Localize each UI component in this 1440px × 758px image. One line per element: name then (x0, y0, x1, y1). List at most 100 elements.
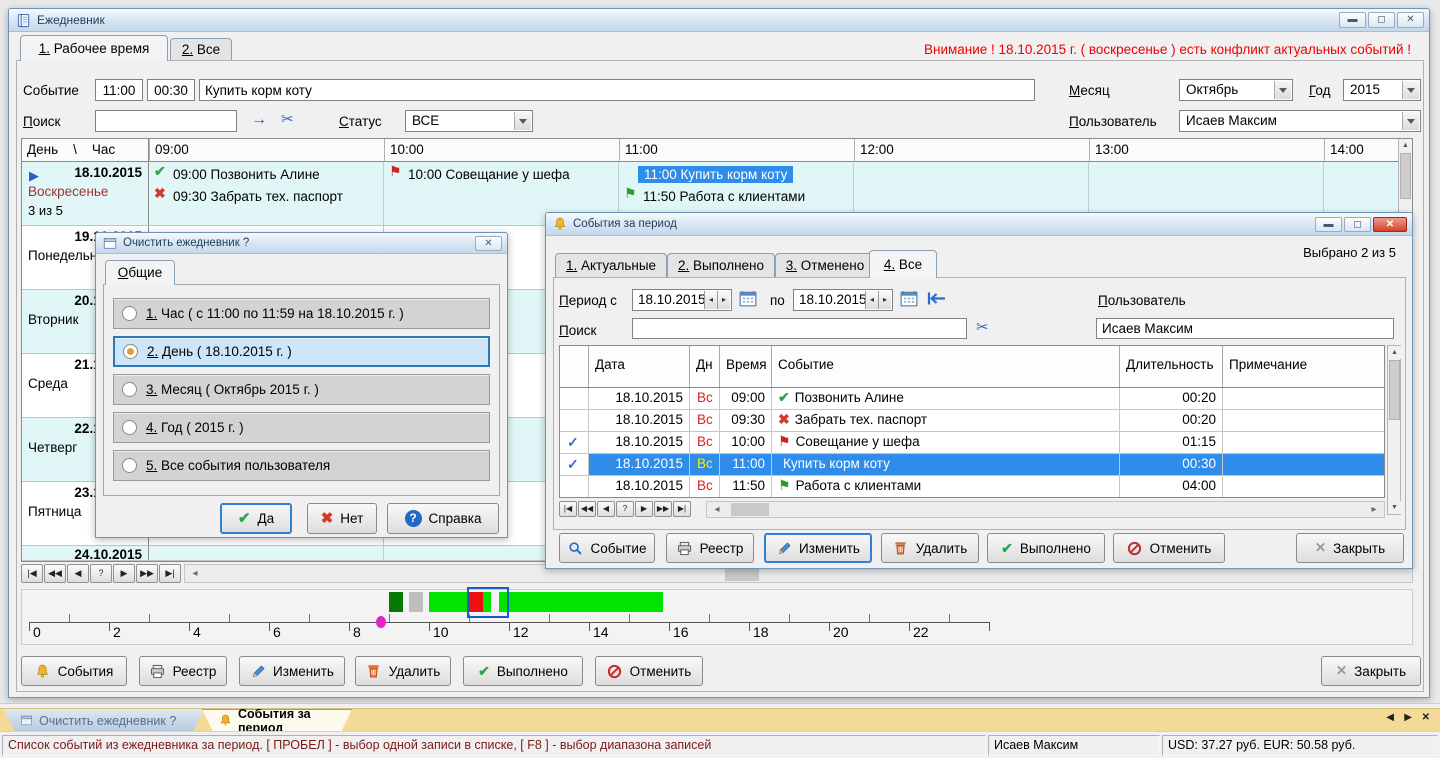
scroll-up-icon[interactable]: ▲ (1399, 139, 1412, 152)
nav-help-button[interactable]: ? (616, 501, 634, 517)
radio-option-month[interactable]: 3. Месяц ( Октябрь 2015 г. ) (113, 374, 490, 405)
registry-button[interactable]: Реестр (666, 533, 754, 563)
clear-search-scissors-icon[interactable]: ✂ (281, 110, 294, 128)
nav-prev-button[interactable]: ◀ (597, 501, 615, 517)
chevron-down-icon[interactable] (1274, 81, 1291, 99)
year-combo[interactable]: 2015 (1343, 79, 1421, 101)
events-titlebar[interactable]: События за период (546, 213, 1412, 236)
minimize-button[interactable]: ▬ (1339, 12, 1366, 28)
close-window-button[interactable]: ✕ Закрыть (1321, 656, 1421, 686)
scroll-left-icon[interactable]: ◂ (187, 566, 203, 581)
row-select-indicator[interactable] (560, 432, 589, 453)
period-from-field[interactable]: 18.10.2015 ◂▸ (632, 289, 732, 311)
search-input[interactable] (95, 110, 237, 132)
table-row[interactable]: 18.10.2015 Вс 11:50 Работа с клиентами 0… (560, 476, 1384, 498)
nav-prev-button[interactable]: ◀ (67, 564, 89, 583)
radio-option-all[interactable]: 5. Все события пользователя (113, 450, 490, 481)
tab-all-events[interactable]: 4. Все (869, 250, 937, 278)
chevron-down-icon[interactable] (1402, 112, 1419, 130)
close-window-button[interactable]: ✕ Закрыть (1296, 533, 1404, 563)
row-select-indicator[interactable] (560, 410, 589, 431)
table-row[interactable]: 18.10.2015 Вс 10:00 Совещание у шефа 01:… (560, 432, 1384, 454)
dialog-tab-general[interactable]: Общие (105, 260, 175, 285)
spin-left-icon[interactable]: ◂ (704, 291, 717, 309)
tab-close-icon[interactable]: ✕ (1422, 712, 1430, 723)
edit-button[interactable]: Изменить (764, 533, 872, 563)
cancel-button[interactable]: Отменить (595, 656, 703, 686)
grid-event[interactable]: 09:30 Забрать тех. паспорт (149, 186, 383, 208)
day-cell[interactable]: 24.10.2015Суббота (22, 546, 149, 560)
radio-option-day[interactable]: 2. День ( 18.10.2015 г. ) (113, 336, 490, 367)
radio-option-hour[interactable]: 1. Час ( с 11:00 по 11:59 на 18.10.2015 … (113, 298, 490, 329)
tab-cancelled[interactable]: 3. Отменено (775, 253, 875, 278)
nav-fast-next-button[interactable]: ▶▶ (654, 501, 672, 517)
done-button[interactable]: Выполнено (987, 533, 1105, 563)
delete-button[interactable]: Удалить (355, 656, 451, 686)
nav-first-button[interactable]: |◀ (559, 501, 577, 517)
clear-search-scissors-icon[interactable]: ✂ (976, 318, 989, 336)
hour-cell-09[interactable]: 09:00 Позвонить Алине 09:30 Забрать тех.… (149, 162, 384, 225)
nav-last-button[interactable]: ▶| (159, 564, 181, 583)
maximize-button[interactable]: ◻ (1368, 12, 1395, 28)
event-time-input[interactable] (95, 79, 143, 101)
event-text-input[interactable] (199, 79, 1035, 101)
main-titlebar[interactable]: Ежедневник (9, 9, 1429, 32)
chevron-down-icon[interactable] (1402, 81, 1419, 99)
row-select-indicator[interactable] (560, 476, 589, 497)
scroll-right-icon[interactable]: ▸ (1366, 503, 1382, 516)
calendar-icon[interactable] (900, 290, 918, 307)
radio-option-year[interactable]: 4. Год ( 2015 г. ) (113, 412, 490, 443)
edit-button[interactable]: Изменить (239, 656, 345, 686)
nav-next-button[interactable]: ▶ (635, 501, 653, 517)
tab-working-time[interactable]: 1. Рабочее время (20, 35, 168, 61)
table-row-selected[interactable]: 18.10.2015 Вс 11:00 Купить корм коту 00:… (560, 454, 1384, 476)
tab-completed[interactable]: 2. Выполнено (667, 253, 775, 278)
events-search-input[interactable] (632, 318, 967, 339)
grid-event[interactable]: 09:00 Позвонить Алине (149, 164, 383, 186)
row-select-indicator[interactable] (560, 454, 589, 475)
maximize-button[interactable]: ◻ (1344, 217, 1371, 232)
scroll-down-icon[interactable]: ▼ (1388, 501, 1401, 514)
spin-right-icon[interactable]: ▸ (878, 291, 891, 309)
status-combo[interactable]: ВСЕ (405, 110, 533, 132)
grid-event-selected[interactable]: 11:00 Купить корм коту (619, 164, 853, 186)
yes-button[interactable]: Да (220, 503, 292, 534)
close-button[interactable]: ✕ (1373, 217, 1407, 232)
grid-event[interactable]: 10:00 Совещание у шефа (384, 164, 618, 186)
taskbar-tab-clear-dialog[interactable]: Очистить ежедневник ? (4, 709, 204, 732)
dialog-titlebar[interactable]: Очистить ежедневник ? (96, 233, 507, 254)
nav-first-button[interactable]: |◀ (21, 564, 43, 583)
table-horizontal-scrollbar[interactable]: ◂ ▸ (706, 501, 1385, 518)
no-button[interactable]: Нет (307, 503, 377, 534)
event-button[interactable]: Событие (559, 533, 655, 563)
events-button[interactable]: События (21, 656, 127, 686)
events-table[interactable]: Дата Дн Время Событие Длительность Приме… (559, 345, 1385, 498)
close-button[interactable]: ✕ (1397, 12, 1424, 28)
nav-fast-prev-button[interactable]: ◀◀ (44, 564, 66, 583)
day-cell[interactable]: ▶ 18.10.2015 Воскресенье 3 из 5 (22, 162, 149, 225)
tab-scroll-right-icon[interactable]: ▶ (1404, 712, 1412, 723)
scroll-up-icon[interactable]: ▲ (1388, 346, 1401, 359)
nav-help-button[interactable]: ? (90, 564, 112, 583)
taskbar-tab-events[interactable]: События за период (202, 709, 352, 732)
run-search-icon[interactable]: → (251, 111, 267, 129)
table-row[interactable]: 18.10.2015 Вс 09:00 Позвонить Алине 00:2… (560, 388, 1384, 410)
dialog-close-button[interactable]: ✕ (475, 236, 502, 251)
tab-scroll-left-icon[interactable]: ◀ (1386, 712, 1394, 723)
nav-next-button[interactable]: ▶ (113, 564, 135, 583)
table-vertical-scrollbar[interactable]: ▲ ▼ (1387, 345, 1401, 515)
reset-period-arrow-icon[interactable] (926, 291, 947, 306)
minimize-button[interactable]: ▬ (1315, 217, 1342, 232)
tab-actual[interactable]: 1. Актуальные (555, 253, 667, 278)
user-combo[interactable]: Исаев Максим (1179, 110, 1421, 132)
events-user-field[interactable]: Исаев Максим (1096, 318, 1394, 339)
registry-button[interactable]: Реестр (139, 656, 227, 686)
cancel-button[interactable]: Отменить (1113, 533, 1225, 563)
nav-fast-prev-button[interactable]: ◀◀ (578, 501, 596, 517)
tab-all[interactable]: 2. Все (170, 38, 232, 61)
nav-last-button[interactable]: ▶| (673, 501, 691, 517)
done-button[interactable]: Выполнено (463, 656, 583, 686)
period-to-field[interactable]: 18.10.2015 ◂▸ (793, 289, 893, 311)
spin-left-icon[interactable]: ◂ (865, 291, 878, 309)
delete-button[interactable]: Удалить (881, 533, 979, 563)
